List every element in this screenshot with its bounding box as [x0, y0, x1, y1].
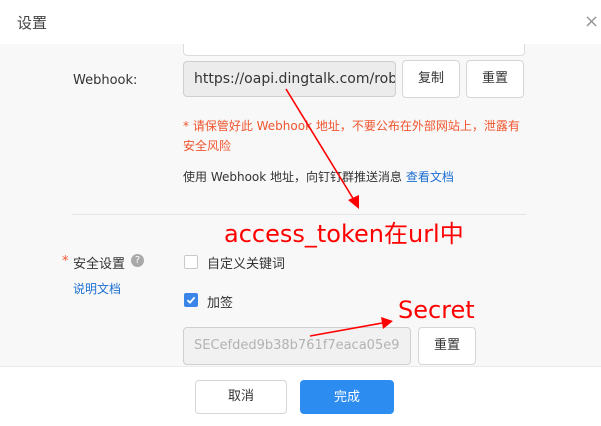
- dialog-title: 设置: [17, 14, 48, 32]
- close-icon[interactable]: ×: [584, 11, 599, 32]
- annotation-secret: Secret: [398, 296, 475, 324]
- annotation-arrows: [285, 88, 393, 337]
- arrowhead-secret: [381, 317, 393, 329]
- arrowhead-access-token: [348, 195, 359, 209]
- dialog-body: Webhook: https://oapi.dingtalk.com/robot…: [0, 44, 601, 366]
- cancel-button[interactable]: 取消: [195, 380, 287, 414]
- arrow-line-secret: [309, 322, 383, 337]
- annotation-access-token: access_token在url中: [224, 220, 464, 248]
- dialog-footer: 取消 完成: [0, 366, 601, 426]
- done-button[interactable]: 完成: [300, 380, 394, 414]
- settings-dialog: 设置 × Webhook: https://oapi.dingtalk.com/…: [0, 0, 601, 426]
- dialog-header: 设置 ×: [0, 0, 601, 44]
- arrow-line-access-token: [285, 88, 355, 201]
